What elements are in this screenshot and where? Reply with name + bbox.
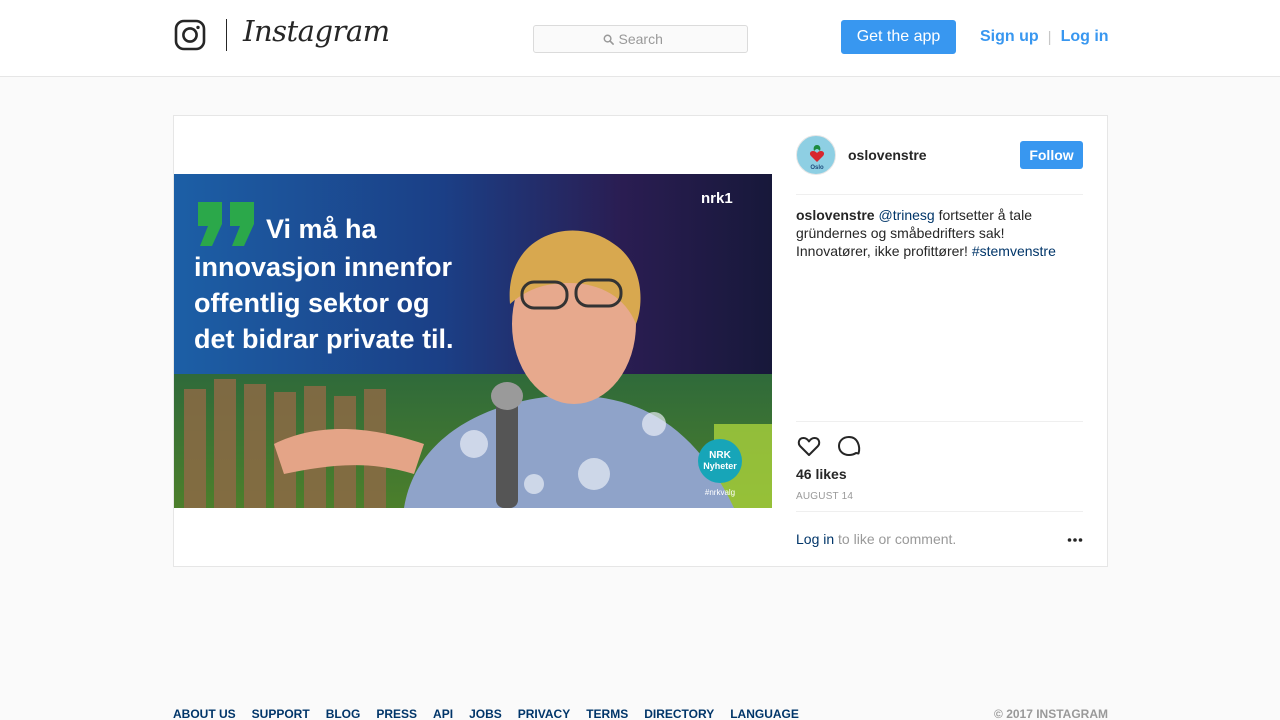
oslo-venstre-logo: Oslo: [809, 145, 825, 171]
nrk-badge-line-2: Nyheter: [703, 461, 737, 471]
image-quote-line-2: innovasjon innenfor: [194, 252, 452, 282]
comment-icon: [838, 436, 861, 456]
post-card: Vi må ha innovasjon innenfor offentlig s…: [173, 115, 1108, 567]
auth-separator: |: [1047, 28, 1052, 46]
footer-link-directory[interactable]: DIRECTORY: [644, 707, 714, 720]
image-quote-line-3: offentlig sektor og: [194, 288, 430, 318]
instagram-wordmark[interactable]: Instagram: [243, 14, 390, 54]
logo-divider: [226, 19, 227, 51]
avatar[interactable]: Oslo: [796, 135, 836, 175]
post-caption: oslovenstre @trinesg fortsetter å tale g…: [796, 206, 1083, 260]
copyright: © 2017 INSTAGRAM: [994, 707, 1108, 720]
comment-button[interactable]: [836, 433, 862, 459]
heart-icon: [797, 437, 821, 456]
image-quote-line-4: det bidrar private til.: [194, 324, 454, 354]
footer-nav: ABOUT US SUPPORT BLOG PRESS API JOBS PRI…: [173, 707, 799, 720]
post-actions: [796, 433, 862, 459]
footer-link-support[interactable]: SUPPORT: [252, 707, 310, 720]
follow-button[interactable]: Follow: [1020, 141, 1083, 169]
search-input[interactable]: [618, 31, 679, 47]
likes-count[interactable]: 46 likes: [796, 466, 847, 482]
caption-hashtag[interactable]: #stemvenstre: [972, 243, 1056, 259]
caption-username[interactable]: oslovenstre: [796, 207, 875, 223]
login-prompt: Log in to like or comment.: [796, 531, 956, 547]
post-sidebar: Oslo oslovenstre Follow oslovenstre @tri…: [772, 116, 1107, 566]
footer-link-about-us[interactable]: ABOUT US: [173, 707, 236, 720]
footer-link-press[interactable]: PRESS: [376, 707, 417, 720]
login-prompt-link[interactable]: Log in: [796, 531, 834, 547]
caption-mention[interactable]: @trinesg: [878, 207, 934, 223]
footer-link-jobs[interactable]: JOBS: [469, 707, 502, 720]
search-icon: [603, 34, 614, 45]
footer-link-privacy[interactable]: PRIVACY: [518, 707, 570, 720]
footer: ABOUT US SUPPORT BLOG PRESS API JOBS PRI…: [173, 707, 1108, 720]
image-quote-line-1: Vi må ha: [266, 214, 378, 244]
nrk1-logo: nrk1: [701, 190, 733, 207]
instagram-camera-icon[interactable]: [174, 19, 206, 51]
post-image[interactable]: Vi må ha innovasjon innenfor offentlig s…: [174, 174, 772, 508]
top-navigation-bar: Instagram Get the app Sign up | Log in: [0, 0, 1280, 77]
log-in-link[interactable]: Log in: [1061, 28, 1109, 46]
post-date[interactable]: AUGUST 14: [796, 491, 853, 502]
footer-link-language[interactable]: LANGUAGE: [730, 707, 799, 720]
sign-up-link[interactable]: Sign up: [980, 28, 1039, 46]
actions-divider: [796, 421, 1083, 422]
footer-link-terms[interactable]: TERMS: [586, 707, 628, 720]
search-box[interactable]: [533, 25, 748, 53]
get-the-app-button[interactable]: Get the app: [841, 20, 956, 54]
like-button[interactable]: [796, 433, 822, 459]
avatar-text: Oslo: [810, 165, 824, 171]
more-icon[interactable]: [1066, 531, 1084, 549]
auth-links: Sign up | Log in: [980, 26, 1109, 48]
comment-divider: [796, 511, 1083, 512]
login-prompt-text: to like or comment.: [834, 531, 957, 547]
nrkvalg-tag: #nrkvalg: [705, 488, 735, 497]
footer-link-blog[interactable]: BLOG: [326, 707, 361, 720]
nrk-badge-line-1: NRK: [709, 450, 731, 461]
header-divider: [796, 194, 1083, 195]
footer-link-api[interactable]: API: [433, 707, 453, 720]
post-media[interactable]: Vi må ha innovasjon innenfor offentlig s…: [174, 116, 772, 566]
post-username[interactable]: oslovenstre: [848, 147, 927, 163]
